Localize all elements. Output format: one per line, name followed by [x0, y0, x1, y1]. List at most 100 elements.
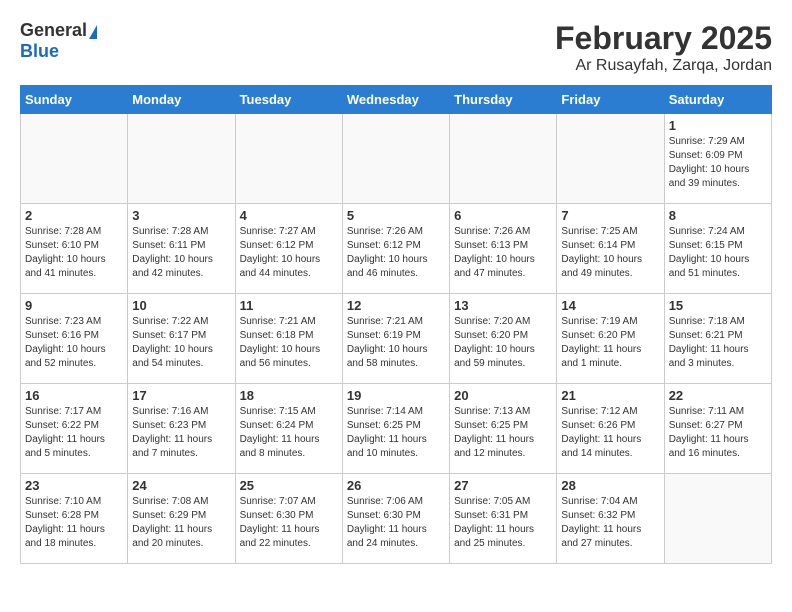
day-number: 3	[132, 208, 230, 223]
calendar-cell: 12Sunrise: 7:21 AM Sunset: 6:19 PM Dayli…	[342, 294, 449, 384]
calendar-cell: 28 Sunrise: 7:04 AM Sunset: 6:32 PM Dayli…	[557, 474, 664, 564]
calendar-cell	[342, 114, 449, 204]
day-header-monday: Monday	[128, 86, 235, 114]
day-info: Sunrise: 7:17 AM Sunset: 6:22 PM Dayligh…	[25, 405, 123, 461]
day-info: Sunrise: 7:22 AM Sunset: 6:17 PM Dayligh…	[132, 315, 230, 371]
day-number: 15	[669, 298, 767, 313]
calendar-cell: 1 Sunrise: 7:29 AM Sunset: 6:09 PM Daylig…	[664, 114, 771, 204]
day-info: Sunrise: 7:23 AM Sunset: 6:16 PM Dayligh…	[25, 315, 123, 371]
calendar-cell: 8Sunrise: 7:24 AM Sunset: 6:15 PM Daylig…	[664, 204, 771, 294]
calendar-cell: 25 Sunrise: 7:07 AM Sunset: 6:30 PM Dayli…	[235, 474, 342, 564]
day-info: Sunrise: 7:28 AM Sunset: 6:10 PM Dayligh…	[25, 225, 123, 281]
day-number: 8	[669, 208, 767, 223]
calendar-subtitle: Ar Rusayfah, Zarqa, Jordan	[555, 57, 772, 75]
calendar-cell: 24 Sunrise: 7:08 AM Sunset: 6:29 PM Dayli…	[128, 474, 235, 564]
day-number: 24	[132, 478, 230, 493]
calendar-cell: 10 Sunrise: 7:22 AM Sunset: 6:17 PM Dayli…	[128, 294, 235, 384]
day-header-tuesday: Tuesday	[235, 86, 342, 114]
calendar-cell: 22Sunrise: 7:11 AM Sunset: 6:27 PM Dayli…	[664, 384, 771, 474]
title-section: February 2025 Ar Rusayfah, Zarqa, Jordan	[555, 20, 772, 75]
day-info: Sunrise: 7:10 AM Sunset: 6:28 PM Dayligh…	[25, 495, 123, 551]
day-info: Sunrise: 7:14 AM Sunset: 6:25 PM Dayligh…	[347, 405, 445, 461]
calendar-week-row: 9 Sunrise: 7:23 AM Sunset: 6:16 PM Daylig…	[21, 294, 772, 384]
calendar-header-row: SundayMondayTuesdayWednesdayThursdayFrid…	[21, 86, 772, 114]
day-number: 19	[347, 388, 445, 403]
calendar-cell: 9 Sunrise: 7:23 AM Sunset: 6:16 PM Daylig…	[21, 294, 128, 384]
calendar-week-row: 2 Sunrise: 7:28 AM Sunset: 6:10 PM Daylig…	[21, 204, 772, 294]
day-info: Sunrise: 7:16 AM Sunset: 6:23 PM Dayligh…	[132, 405, 230, 461]
day-number: 25	[240, 478, 338, 493]
day-header-sunday: Sunday	[21, 86, 128, 114]
day-info: Sunrise: 7:15 AM Sunset: 6:24 PM Dayligh…	[240, 405, 338, 461]
calendar-cell: 19 Sunrise: 7:14 AM Sunset: 6:25 PM Dayli…	[342, 384, 449, 474]
calendar-week-row: 1 Sunrise: 7:29 AM Sunset: 6:09 PM Daylig…	[21, 114, 772, 204]
day-info: Sunrise: 7:07 AM Sunset: 6:30 PM Dayligh…	[240, 495, 338, 551]
day-info: Sunrise: 7:21 AM Sunset: 6:18 PM Dayligh…	[240, 315, 338, 371]
calendar-cell	[128, 114, 235, 204]
day-info: Sunrise: 7:28 AM Sunset: 6:11 PM Dayligh…	[132, 225, 230, 281]
calendar-cell: 14Sunrise: 7:19 AM Sunset: 6:20 PM Dayli…	[557, 294, 664, 384]
day-info: Sunrise: 7:29 AM Sunset: 6:09 PM Dayligh…	[669, 135, 767, 191]
day-info: Sunrise: 7:25 AM Sunset: 6:14 PM Dayligh…	[561, 225, 659, 281]
day-info: Sunrise: 7:13 AM Sunset: 6:25 PM Dayligh…	[454, 405, 552, 461]
header: General Blue February 2025 Ar Rusayfah, …	[20, 20, 772, 75]
day-info: Sunrise: 7:06 AM Sunset: 6:30 PM Dayligh…	[347, 495, 445, 551]
day-info: Sunrise: 7:04 AM Sunset: 6:32 PM Dayligh…	[561, 495, 659, 551]
day-info: Sunrise: 7:05 AM Sunset: 6:31 PM Dayligh…	[454, 495, 552, 551]
calendar-cell: 23 Sunrise: 7:10 AM Sunset: 6:28 PM Dayli…	[21, 474, 128, 564]
day-number: 23	[25, 478, 123, 493]
day-number: 22	[669, 388, 767, 403]
calendar-cell: 15 Sunrise: 7:18 AM Sunset: 6:21 PM Dayli…	[664, 294, 771, 384]
day-info: Sunrise: 7:26 AM Sunset: 6:13 PM Dayligh…	[454, 225, 552, 281]
day-number: 27	[454, 478, 552, 493]
day-number: 10	[132, 298, 230, 313]
logo-general-text: General	[20, 20, 87, 40]
calendar-cell: 26 Sunrise: 7:06 AM Sunset: 6:30 PM Dayli…	[342, 474, 449, 564]
day-header-wednesday: Wednesday	[342, 86, 449, 114]
day-number: 7	[561, 208, 659, 223]
calendar-cell	[450, 114, 557, 204]
day-number: 1	[669, 118, 767, 133]
calendar-week-row: 23 Sunrise: 7:10 AM Sunset: 6:28 PM Dayli…	[21, 474, 772, 564]
day-number: 17	[132, 388, 230, 403]
calendar-cell	[557, 114, 664, 204]
calendar-table: SundayMondayTuesdayWednesdayThursdayFrid…	[20, 85, 772, 564]
day-number: 5	[347, 208, 445, 223]
calendar-cell: 16 Sunrise: 7:17 AM Sunset: 6:22 PM Dayli…	[21, 384, 128, 474]
calendar-cell	[664, 474, 771, 564]
calendar-cell	[235, 114, 342, 204]
calendar-cell: 3 Sunrise: 7:28 AM Sunset: 6:11 PM Daylig…	[128, 204, 235, 294]
day-number: 13	[454, 298, 552, 313]
day-info: Sunrise: 7:18 AM Sunset: 6:21 PM Dayligh…	[669, 315, 767, 371]
day-number: 4	[240, 208, 338, 223]
day-number: 21	[561, 388, 659, 403]
calendar-title: February 2025	[555, 20, 772, 57]
calendar-cell: 5Sunrise: 7:26 AM Sunset: 6:12 PM Daylig…	[342, 204, 449, 294]
day-number: 11	[240, 298, 338, 313]
calendar-cell	[21, 114, 128, 204]
calendar-cell: 27 Sunrise: 7:05 AM Sunset: 6:31 PM Dayli…	[450, 474, 557, 564]
day-number: 26	[347, 478, 445, 493]
day-header-friday: Friday	[557, 86, 664, 114]
day-number: 2	[25, 208, 123, 223]
day-number: 28	[561, 478, 659, 493]
day-number: 18	[240, 388, 338, 403]
day-number: 16	[25, 388, 123, 403]
calendar-cell: 21Sunrise: 7:12 AM Sunset: 6:26 PM Dayli…	[557, 384, 664, 474]
calendar-cell: 6Sunrise: 7:26 AM Sunset: 6:13 PM Daylig…	[450, 204, 557, 294]
day-info: Sunrise: 7:08 AM Sunset: 6:29 PM Dayligh…	[132, 495, 230, 551]
day-number: 9	[25, 298, 123, 313]
day-info: Sunrise: 7:20 AM Sunset: 6:20 PM Dayligh…	[454, 315, 552, 371]
calendar-week-row: 16 Sunrise: 7:17 AM Sunset: 6:22 PM Dayli…	[21, 384, 772, 474]
day-header-thursday: Thursday	[450, 86, 557, 114]
logo-blue-text: Blue	[20, 41, 59, 62]
calendar-cell: 13 Sunrise: 7:20 AM Sunset: 6:20 PM Dayli…	[450, 294, 557, 384]
day-number: 20	[454, 388, 552, 403]
calendar-cell: 7 Sunrise: 7:25 AM Sunset: 6:14 PM Daylig…	[557, 204, 664, 294]
day-number: 14	[561, 298, 659, 313]
calendar-body: 1 Sunrise: 7:29 AM Sunset: 6:09 PM Daylig…	[21, 114, 772, 564]
day-header-saturday: Saturday	[664, 86, 771, 114]
calendar-cell: 11 Sunrise: 7:21 AM Sunset: 6:18 PM Dayli…	[235, 294, 342, 384]
calendar-cell: 4Sunrise: 7:27 AM Sunset: 6:12 PM Daylig…	[235, 204, 342, 294]
calendar-cell: 18 Sunrise: 7:15 AM Sunset: 6:24 PM Dayli…	[235, 384, 342, 474]
